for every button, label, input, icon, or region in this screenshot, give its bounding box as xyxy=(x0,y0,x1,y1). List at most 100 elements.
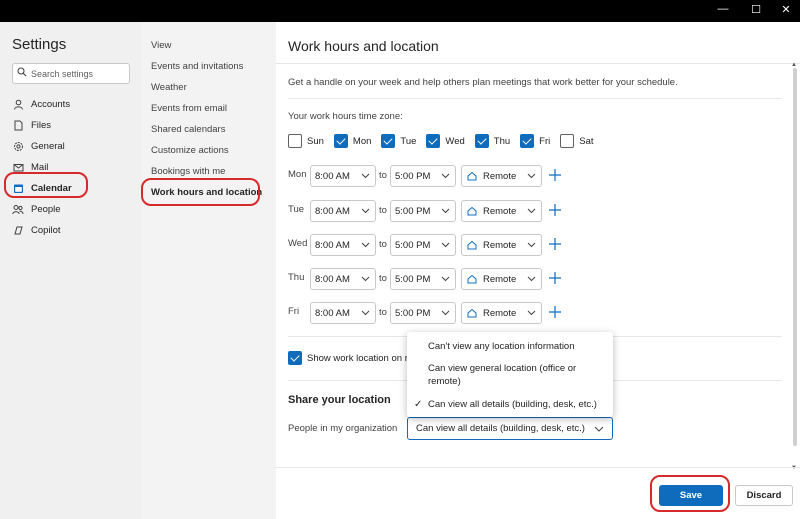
start-time-value: 8:00 AM xyxy=(315,307,350,319)
location-select[interactable]: Remote xyxy=(461,165,542,187)
add-icon[interactable] xyxy=(548,271,562,285)
location-value: Remote xyxy=(483,170,517,182)
add-icon[interactable] xyxy=(548,305,562,319)
calendar-subnav: View Events and invitations Weather Even… xyxy=(141,22,276,519)
row-day-label: Tue xyxy=(288,204,305,215)
start-time-select[interactable]: 8:00 AM xyxy=(310,234,376,256)
minimize-button[interactable]: — xyxy=(708,0,738,18)
to-label: to xyxy=(379,307,387,318)
checkbox[interactable] xyxy=(426,134,441,148)
checkbox[interactable] xyxy=(474,134,489,148)
row-day-label: Mon xyxy=(288,169,307,180)
day-checkbox-mon[interactable]: Mon xyxy=(333,134,372,148)
day-checkbox-tue[interactable]: Tue xyxy=(381,134,416,148)
sidebar-item-label: Files xyxy=(31,120,52,131)
day-label: Tue xyxy=(400,135,417,147)
people-icon xyxy=(12,204,24,216)
chevron-down-icon xyxy=(527,274,536,286)
chevron-down-icon xyxy=(361,274,370,286)
start-time-select[interactable]: 8:00 AM xyxy=(310,165,376,187)
end-time-select[interactable]: 5:00 PM xyxy=(390,165,456,187)
subnav-item-customize-actions[interactable]: Customize actions xyxy=(151,145,229,156)
location-select[interactable]: Remote xyxy=(461,200,542,222)
maximize-button[interactable]: ☐ xyxy=(741,0,771,18)
start-time-select[interactable]: 8:00 AM xyxy=(310,268,376,290)
sidebar-item-accounts[interactable]: Accounts xyxy=(12,94,132,115)
subnav-item-bookings[interactable]: Bookings with me xyxy=(151,166,225,177)
subnav-item-view[interactable]: View xyxy=(151,40,171,51)
subnav-item-weather[interactable]: Weather xyxy=(151,82,187,93)
settings-sidebar: Settings Accounts Files General Mail xyxy=(0,22,142,519)
chevron-down-icon xyxy=(361,240,370,252)
location-value: Remote xyxy=(483,273,517,285)
add-icon[interactable] xyxy=(548,168,562,182)
scrollbar[interactable] xyxy=(793,68,797,446)
highlight-annotation-calendar xyxy=(4,172,88,198)
to-label: to xyxy=(379,170,387,181)
checkbox[interactable] xyxy=(288,134,302,148)
checkbox[interactable] xyxy=(520,134,535,148)
day-label: Wed xyxy=(445,135,465,147)
start-time-select[interactable]: 8:00 AM xyxy=(310,302,376,324)
add-icon[interactable] xyxy=(548,237,562,251)
show-location-checkbox[interactable] xyxy=(288,351,302,365)
sidebar-item-people[interactable]: People xyxy=(12,199,132,220)
highlight-annotation-work-hours xyxy=(141,178,260,206)
add-icon[interactable] xyxy=(548,203,562,217)
work-hours-row: Tue 8:00 AM to 5:00 PM Remote xyxy=(288,200,588,222)
day-checkbox-fri[interactable]: Fri xyxy=(520,134,550,148)
checkbox[interactable] xyxy=(381,134,396,148)
home-icon xyxy=(467,308,477,318)
chevron-down-icon xyxy=(361,171,370,183)
day-label: Sat xyxy=(579,135,594,147)
end-time-select[interactable]: 5:00 PM xyxy=(390,200,456,222)
chevron-down-icon xyxy=(527,308,536,320)
search-box[interactable] xyxy=(12,63,130,84)
discard-button[interactable]: Discard xyxy=(735,485,793,506)
dropdown-option[interactable]: Can't view any location information xyxy=(428,340,603,353)
subnav-item-events-invitations[interactable]: Events and invitations xyxy=(151,61,243,72)
end-time-select[interactable]: 5:00 PM xyxy=(390,268,456,290)
dropdown-option[interactable]: Can view general location (office or rem… xyxy=(428,362,603,388)
subnav-item-shared-calendars[interactable]: Shared calendars xyxy=(151,124,225,135)
location-select[interactable]: Remote xyxy=(461,234,542,256)
checkbox[interactable] xyxy=(333,134,348,148)
day-checkbox-sun[interactable]: Sun xyxy=(288,134,324,148)
divider xyxy=(288,98,782,99)
subnav-item-events-from-email[interactable]: Events from email xyxy=(151,103,227,114)
row-day-label: Wed xyxy=(288,238,308,249)
close-button[interactable]: ✕ xyxy=(771,0,800,18)
end-time-select[interactable]: 5:00 PM xyxy=(390,234,456,256)
location-select[interactable]: Remote xyxy=(461,268,542,290)
end-time-value: 5:00 PM xyxy=(395,205,431,217)
highlight-annotation-save xyxy=(650,475,730,512)
settings-window: Settings Accounts Files General Mail xyxy=(0,22,800,519)
day-checkbox-thu[interactable]: Thu xyxy=(474,134,510,148)
title-bar: — ☐ ✕ xyxy=(0,0,800,22)
home-icon xyxy=(467,240,477,250)
day-checkbox-wed[interactable]: Wed xyxy=(426,134,465,148)
page-title: Work hours and location xyxy=(288,38,439,54)
search-input[interactable] xyxy=(31,68,121,79)
home-icon xyxy=(467,206,477,216)
scroll-down-arrow[interactable]: ▼ xyxy=(791,465,797,471)
sidebar-nav: Accounts Files General Mail Calendar Peo… xyxy=(12,94,132,241)
end-time-select[interactable]: 5:00 PM xyxy=(390,302,456,324)
show-location-option[interactable]: Show work location on m xyxy=(288,351,413,365)
chevron-down-icon xyxy=(527,240,536,252)
work-hours-panel: Work hours and location Get a handle on … xyxy=(276,22,800,519)
sidebar-item-copilot[interactable]: Copilot xyxy=(12,220,132,241)
share-location-select[interactable]: Can view all details (building, desk, et… xyxy=(407,417,613,440)
checkbox[interactable] xyxy=(560,134,575,148)
copilot-icon xyxy=(12,225,24,237)
start-time-value: 8:00 AM xyxy=(315,239,350,251)
start-time-select[interactable]: 8:00 AM xyxy=(310,200,376,222)
people-in-org-label: People in my organization xyxy=(288,423,398,434)
location-select[interactable]: Remote xyxy=(461,302,542,324)
sidebar-item-files[interactable]: Files xyxy=(12,115,132,136)
sidebar-item-general[interactable]: General xyxy=(12,136,132,157)
day-checkbox-sat[interactable]: Sat xyxy=(560,134,594,148)
dropdown-option-selected[interactable]: Can view all details (building, desk, et… xyxy=(428,398,603,411)
day-label: Mon xyxy=(352,135,372,147)
location-value: Remote xyxy=(483,239,517,251)
